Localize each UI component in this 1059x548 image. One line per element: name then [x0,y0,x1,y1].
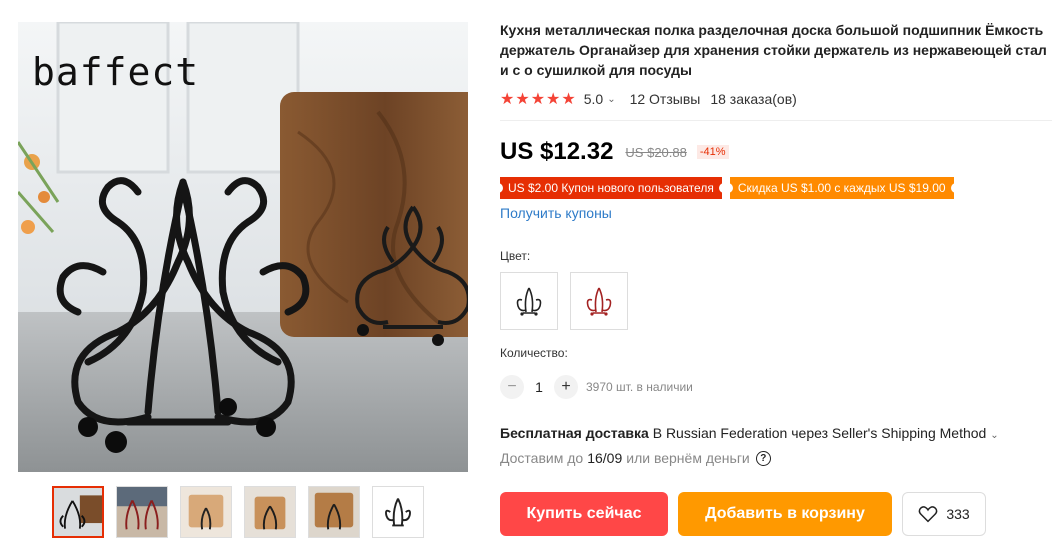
star-icon: ★ [530,91,546,108]
star-icon: ★ [546,91,561,108]
current-price: US $12.32 [500,138,614,165]
discount-badge: -41% [696,145,729,159]
wishlist-button[interactable]: 333 [902,492,986,536]
buy-now-button[interactable]: Купить сейчас [500,492,668,536]
shipping-details: В Russian Federation через Seller's Ship… [652,425,987,441]
thumbnail-strip [52,486,424,538]
product-title: Кухня металлическая полка разделочная до… [500,22,1047,78]
thumbnail-6[interactable] [372,486,424,538]
thumbnail-image [54,488,102,536]
color-option-red[interactable] [570,272,628,330]
heart-icon [918,506,938,523]
chevron-down-icon: ⌄ [990,430,999,441]
color-swatches [500,272,628,330]
thumbnail-image [181,487,231,537]
chevron-down-icon[interactable]: ⌄ [607,94,615,105]
product-info: Кухня металлическая полка разделочная до… [497,20,1052,223]
delivery-prefix: Доставим до [500,450,584,466]
thumbnail-image [309,487,359,537]
thumbnail-2[interactable] [116,486,168,538]
color-label: Цвет: [500,249,531,263]
holder-red-icon [586,287,612,316]
delivery-date: 16/09 [587,450,623,466]
thumbnail-4[interactable] [244,486,296,538]
thumbnail-image [373,487,423,537]
rating-value[interactable]: 5.0 [584,91,603,107]
shipping-info: Бесплатная доставка В Russian Federation… [500,425,999,441]
coupon-row: US $2.00 Купон нового пользователя Скидк… [497,177,1052,199]
orders-count: 18 заказа(ов) [710,91,797,107]
holder-black-icon [516,287,542,316]
quantity-label: Количество: [500,346,568,360]
star-icon: ★ [500,91,515,108]
star-icon: ★ [561,91,576,108]
get-coupons-link[interactable]: Получить купоны [500,205,612,221]
star-icon: ★ [515,91,530,108]
shipping-method[interactable]: В Russian Federation через Seller's Ship… [653,425,999,441]
free-shipping-label: Бесплатная доставка [500,425,649,441]
stock-count: 3970 шт. в наличии [586,380,693,394]
thumbnail-image [245,487,295,537]
add-to-cart-button[interactable]: Добавить в корзину [678,492,892,536]
rating-row: ★ ★ ★ ★ ★ 5.0 ⌄ 12 Отзывы 18 заказа(ов) [500,88,1052,110]
brand-logo: baffect [32,50,200,94]
action-buttons: Купить сейчас Добавить в корзину 333 [500,492,986,536]
quantity-stepper: − 1 + 3970 шт. в наличии [500,375,693,399]
quantity-minus-button[interactable]: − [500,375,524,399]
new-user-coupon[interactable]: US $2.00 Купон нового пользователя [497,177,725,199]
help-icon[interactable]: ? [755,450,771,466]
old-price: US $20.88 [625,144,687,160]
thumbnail-5[interactable] [308,486,360,538]
reviews-link[interactable]: 12 Отзывы [630,91,701,107]
thumbnail-image [117,487,167,537]
quantity-input[interactable]: 1 [524,379,554,395]
price-row: US $12.32 US $20.88 -41% [500,137,1052,167]
divider [500,120,1052,121]
main-product-image[interactable]: baffect [18,22,468,472]
quantity-plus-button[interactable]: + [554,375,578,399]
thumbnail-1[interactable] [52,486,104,538]
thumbnail-3[interactable] [180,486,232,538]
rating-stars: ★ ★ ★ ★ ★ [500,89,576,109]
delivery-info: Доставим до 16/09 или вернём деньги ? [500,450,771,466]
color-option-black[interactable] [500,272,558,330]
delivery-suffix: или вернём деньги [626,450,750,466]
store-discount-coupon[interactable]: Скидка US $1.00 с каждых US $19.00 [726,177,957,199]
wishlist-count: 333 [946,506,970,522]
